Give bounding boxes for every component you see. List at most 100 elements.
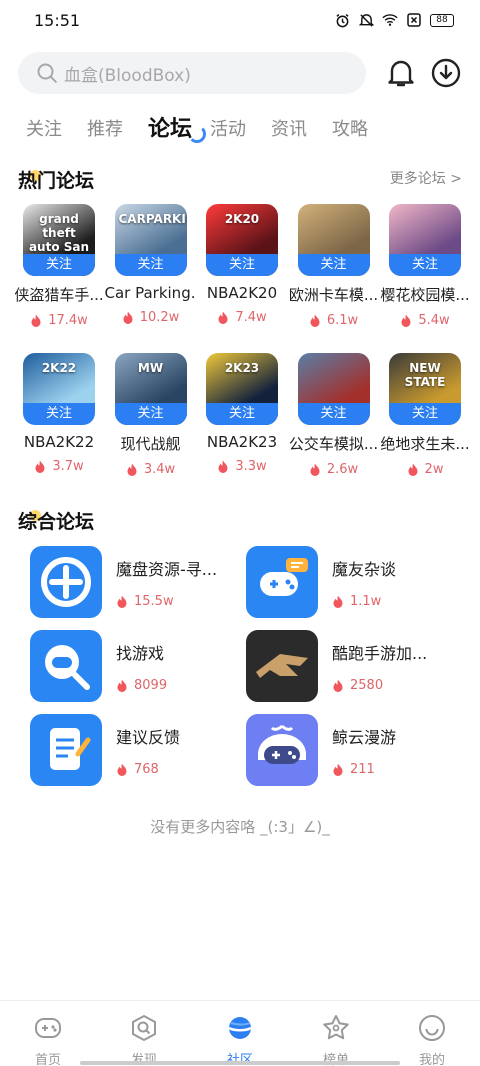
download-button[interactable] [429, 56, 463, 90]
hot-forum-item[interactable]: 关注樱花校园模... 5.4w [380, 204, 470, 328]
game-icon[interactable]: 关注 [297, 353, 370, 425]
flame-icon [30, 314, 42, 328]
mute-icon [358, 12, 374, 28]
hot-forum-item[interactable]: 关注 公交车模拟... 2.6w [289, 353, 378, 477]
game-icon[interactable]: 关注 [389, 204, 461, 276]
discover-icon [129, 1013, 159, 1047]
follow-button[interactable]: 关注 [389, 254, 461, 276]
heat-value: 7.4w [235, 310, 267, 325]
no-sim-icon [406, 12, 422, 28]
heat-value: 8099 [134, 678, 168, 693]
tab-follow[interactable]: 关注 [26, 115, 62, 146]
home-gamepad-icon [33, 1013, 63, 1047]
game-icon[interactable]: 关注 [297, 204, 370, 276]
smile-icon [417, 1013, 447, 1047]
tab-guide[interactable]: 攻略 [332, 115, 368, 146]
follow-button[interactable]: 关注 [297, 403, 370, 425]
follow-button[interactable]: 关注 [23, 403, 95, 425]
tab-news[interactable]: 资讯 [271, 115, 307, 146]
game-name: 绝地求生未... [380, 435, 470, 453]
game-icon[interactable]: grand theft auto San Andreas关注 [23, 204, 95, 276]
game-name: 侠盗猎车手... [14, 286, 104, 304]
tab-recommend[interactable]: 推荐 [87, 115, 123, 146]
flame-icon [34, 460, 46, 474]
nav-item-0[interactable]: 首页 [0, 1001, 96, 1066]
follow-button[interactable]: 关注 [23, 254, 95, 276]
heat-value: 10.2w [139, 310, 180, 325]
gamepad-chat-icon[interactable] [246, 546, 318, 618]
hot-forum-item[interactable]: MW 关注 现代战舰 3.4w [108, 353, 194, 477]
forum-name: 魔盘资源-寻... [116, 560, 218, 579]
game-icon[interactable]: 2K20 关注 [206, 204, 278, 276]
heat-count: 3.4w [126, 462, 175, 477]
feedback-doc-icon[interactable] [30, 714, 102, 786]
kupao-logo-icon[interactable] [246, 630, 318, 702]
general-forum-item[interactable]: 鲸云漫游 211 [246, 714, 446, 786]
game-icon[interactable]: NEW STATE 关注 [389, 353, 461, 425]
flame-icon [332, 763, 344, 777]
general-forum-item[interactable]: 魔盘资源-寻... 15.5w [30, 546, 230, 618]
general-forum-item[interactable]: 魔友杂谈 1.1w [246, 546, 446, 618]
hot-forum-item[interactable]: 关注 欧洲卡车模... 6.1w [289, 204, 378, 328]
heat-value: 768 [134, 762, 159, 777]
game-icon-art-text: NEW STATE [404, 361, 446, 389]
nav-label: 首页 [34, 1053, 61, 1066]
heat-value: 3.7w [52, 459, 84, 474]
nav-item-1[interactable]: 发现 [96, 1001, 192, 1066]
flame-icon [217, 311, 229, 325]
game-icon[interactable]: MW 关注 [114, 353, 187, 425]
flame-icon [332, 595, 344, 609]
game-icon-art-text: 2K23 [224, 361, 260, 375]
hot-forum-item[interactable]: 2K23 关注 NBA2K23 3.3w [199, 353, 285, 477]
forum-name: 酷跑手游加... [332, 644, 428, 663]
follow-button[interactable]: 关注 [114, 403, 187, 425]
heat-value: 5.4w [418, 313, 450, 328]
hot-forum-item[interactable]: grand theft auto San Andreas关注侠盗猎车手... 17… [14, 204, 104, 328]
game-name: NBA2K20 [206, 284, 278, 302]
game-icon-art-text: MW [137, 361, 164, 375]
game-icon-art-text: 2K22 [41, 361, 77, 375]
heat-count: 211 [332, 762, 375, 777]
nav-item-3[interactable]: 榜单 [288, 1001, 384, 1066]
game-icon[interactable]: 2K23 关注 [206, 353, 278, 425]
heat-count: 10.2w [122, 310, 180, 325]
general-forum-item[interactable]: 建议反馈 768 [30, 714, 230, 786]
flame-icon [309, 314, 321, 328]
flame-icon [126, 463, 138, 477]
flame-icon [116, 763, 128, 777]
tab-activity[interactable]: 活动 [210, 115, 246, 146]
follow-button[interactable]: 关注 [206, 254, 278, 276]
more-forums-link[interactable]: 更多论坛 > [390, 168, 462, 188]
nav-item-4[interactable]: 我的 [384, 1001, 480, 1066]
follow-button[interactable]: 关注 [114, 254, 187, 276]
search-gamepad-icon[interactable] [30, 630, 102, 702]
hot-forums-row: grand theft auto San Andreas关注侠盗猎车手... 17… [14, 204, 470, 328]
search-input[interactable]: 血盒(BloodBox) [18, 52, 366, 94]
search-placeholder: 血盒(BloodBox) [64, 65, 191, 86]
nav-item-2[interactable]: 社区 [192, 1001, 288, 1066]
tab-forum[interactable]: 论坛 [148, 111, 207, 146]
follow-button[interactable]: 关注 [297, 254, 370, 276]
hot-forum-item[interactable]: NEW STATE 关注 绝地求生未... 2w [380, 353, 470, 477]
notification-button[interactable] [384, 56, 418, 90]
tool-disc-icon[interactable] [30, 546, 102, 618]
status-time: 15:51 [34, 11, 81, 30]
game-icon[interactable]: CARPARKING 关注 [114, 204, 187, 276]
follow-button[interactable]: 关注 [389, 403, 461, 425]
heat-value: 17.4w [48, 313, 88, 328]
heat-count: 15.5w [116, 594, 174, 609]
home-indicator [80, 1061, 400, 1065]
hot-forum-item[interactable]: CARPARKING 关注 Car Parking... 10.2w [105, 204, 197, 328]
forum-name: 找游戏 [116, 644, 165, 663]
general-forum-item[interactable]: 酷跑手游加... 2580 [246, 630, 446, 702]
whale-gamepad-icon[interactable] [246, 714, 318, 786]
follow-button[interactable]: 关注 [206, 403, 278, 425]
game-name: 樱花校园模... [380, 286, 470, 304]
game-icon[interactable]: 2K22 关注 [23, 353, 95, 425]
hot-forum-item[interactable]: 2K22 关注 NBA2K22 3.7w [16, 353, 102, 477]
heat-value: 15.5w [134, 594, 174, 609]
status-bar: 15:51 88 [0, 0, 480, 44]
hot-forum-item[interactable]: 2K20 关注 NBA2K20 7.4w [199, 204, 285, 328]
general-forum-item[interactable]: 找游戏 8099 [30, 630, 230, 702]
heat-count: 2580 [332, 678, 383, 693]
